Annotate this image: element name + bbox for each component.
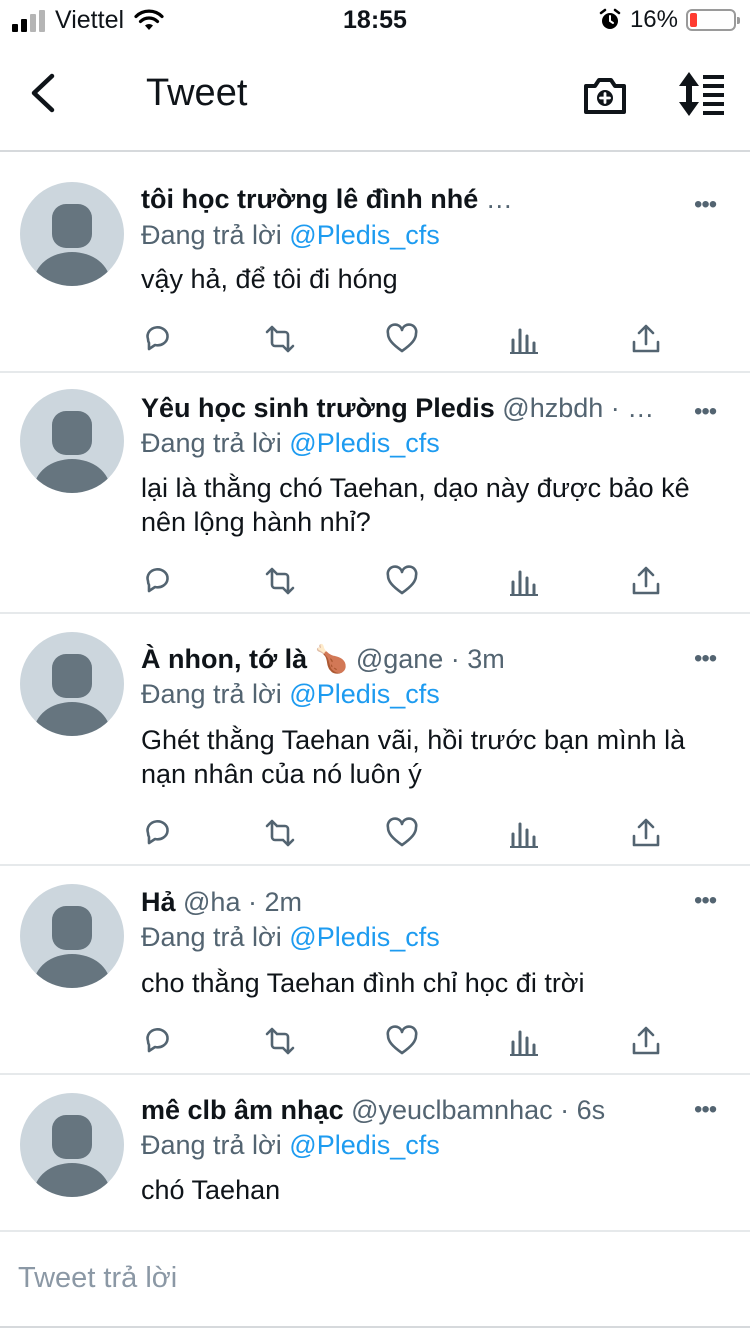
reply-composer[interactable]: Tweet trả lời — [0, 1232, 750, 1328]
retweet-icon[interactable] — [263, 1024, 297, 1058]
replying-to: Đang trả lời @Pledis_cfs — [141, 426, 440, 460]
reply-input[interactable]: Tweet trả lời — [18, 1262, 177, 1295]
reply-handle-link[interactable]: @Pledis_cfs — [289, 1130, 439, 1160]
display-name[interactable]: Yêu học sinh trường Pledis — [141, 393, 495, 423]
reply-handle-link[interactable]: @Pledis_cfs — [289, 428, 439, 458]
reply-icon[interactable] — [141, 816, 175, 850]
replying-label: Đang trả lời — [141, 428, 282, 458]
analytics-icon[interactable] — [507, 564, 541, 598]
retweet-icon[interactable] — [263, 564, 297, 598]
display-name[interactable]: tôi học trường lê đình nhé — [141, 184, 478, 214]
sort-timeline-icon[interactable] — [676, 70, 726, 118]
reply-handle-link[interactable]: @Pledis_cfs — [289, 922, 439, 952]
share-icon[interactable] — [629, 322, 663, 356]
avatar[interactable] — [20, 389, 124, 493]
like-heart-icon[interactable] — [385, 816, 419, 850]
tweet-actions — [141, 322, 681, 362]
replying-to: Đang trả lời @Pledis_cfs — [141, 218, 440, 252]
display-name[interactable]: Hả — [141, 887, 176, 917]
avatar[interactable] — [20, 1093, 124, 1197]
battery-percentage: 16% — [629, 6, 678, 33]
more-options-icon[interactable]: ••• — [694, 400, 717, 424]
analytics-icon[interactable] — [507, 322, 541, 356]
avatar[interactable] — [20, 884, 124, 988]
like-heart-icon[interactable] — [385, 1024, 419, 1058]
analytics-icon[interactable] — [507, 816, 541, 850]
reply-icon[interactable] — [141, 322, 175, 356]
replying-to: Đang trả lời @Pledis_cfs — [141, 1128, 440, 1162]
tweet-text: Ghét thằng Taehan vãi, hồi trước bạn mìn… — [141, 725, 686, 789]
status-bar: Viettel 18:55 16% — [0, 0, 750, 40]
navigation-bar: Tweet — [0, 40, 750, 152]
tweet-meta: @hzbdh · … — [494, 393, 655, 423]
retweet-icon[interactable] — [263, 322, 297, 356]
tweet-item[interactable]: mê clb âm nhạc @yeuclbamnhac · 6s ••• Đa… — [0, 1075, 750, 1232]
display-name[interactable]: mê clb âm nhạc — [141, 1095, 344, 1125]
reply-icon[interactable] — [141, 564, 175, 598]
alarm-clock-icon — [599, 8, 621, 29]
tweet-actions — [141, 564, 681, 604]
reply-icon[interactable] — [141, 1024, 175, 1058]
tweet-item[interactable]: tôi học trường lê đình nhé … ••• Đang tr… — [0, 154, 750, 373]
tweet-text: lại là thằng chó Taehan, dạo này được bả… — [141, 473, 690, 537]
replying-to: Đang trả lời @Pledis_cfs — [141, 920, 440, 954]
tweet-header: Yêu học sinh trường Pledis @hzbdh · … — [141, 391, 681, 425]
replying-label: Đang trả lời — [141, 922, 282, 952]
camera-plus-icon[interactable] — [582, 72, 628, 118]
tweet-actions — [141, 1024, 681, 1064]
avatar[interactable] — [20, 632, 124, 736]
page-title: Tweet — [146, 72, 248, 114]
battery-icon — [686, 9, 740, 31]
tweet-text: chó Taehan — [141, 1175, 281, 1205]
tweet-meta: @gane · 3m — [348, 644, 505, 674]
avatar[interactable] — [20, 182, 124, 286]
like-heart-icon[interactable] — [385, 322, 419, 356]
retweet-icon[interactable] — [263, 816, 297, 850]
replying-label: Đang trả lời — [141, 1130, 282, 1160]
replying-label: Đang trả lời — [141, 220, 282, 250]
back-chevron-icon[interactable] — [22, 70, 68, 116]
reply-handle-link[interactable]: @Pledis_cfs — [289, 679, 439, 709]
battery-level-fill — [690, 13, 697, 27]
replying-label: Đang trả lời — [141, 679, 282, 709]
tweet-header: Hả @ha · 2m — [141, 885, 681, 919]
analytics-icon[interactable] — [507, 1024, 541, 1058]
more-options-icon[interactable]: ••• — [694, 193, 717, 217]
tweet-item[interactable]: Yêu học sinh trường Pledis @hzbdh · … ••… — [0, 373, 750, 614]
display-name[interactable]: À nhon, tớ là 🍗 — [141, 644, 348, 674]
tweet-item[interactable]: À nhon, tớ là 🍗 @gane · 3m ••• Đang trả … — [0, 614, 750, 866]
tweet-header: tôi học trường lê đình nhé … — [141, 182, 681, 216]
share-icon[interactable] — [629, 564, 663, 598]
like-heart-icon[interactable] — [385, 564, 419, 598]
share-icon[interactable] — [629, 816, 663, 850]
share-icon[interactable] — [629, 1024, 663, 1058]
tweet-meta: @ha · 2m — [175, 887, 302, 917]
tweet-header: À nhon, tớ là 🍗 @gane · 3m — [141, 642, 681, 676]
more-options-icon[interactable]: ••• — [694, 647, 717, 671]
status-right: 16% — [598, 6, 740, 34]
tweet-actions — [141, 816, 681, 856]
more-options-icon[interactable]: ••• — [694, 1098, 717, 1122]
replying-to: Đang trả lời @Pledis_cfs — [141, 677, 440, 711]
tweet-text: cho thằng Taehan đình chỉ học đi trời — [141, 968, 585, 998]
tweet-meta: @yeuclbamnhac · 6s — [343, 1095, 606, 1125]
tweet-meta: … — [478, 184, 513, 214]
more-options-icon[interactable]: ••• — [694, 889, 717, 913]
tweet-item[interactable]: Hả @ha · 2m ••• Đang trả lời @Pledis_cfs… — [0, 866, 750, 1075]
tweet-header: mê clb âm nhạc @yeuclbamnhac · 6s — [141, 1093, 681, 1127]
reply-handle-link[interactable]: @Pledis_cfs — [289, 220, 439, 250]
tweet-text: vậy hả, để tôi đi hóng — [141, 264, 398, 294]
